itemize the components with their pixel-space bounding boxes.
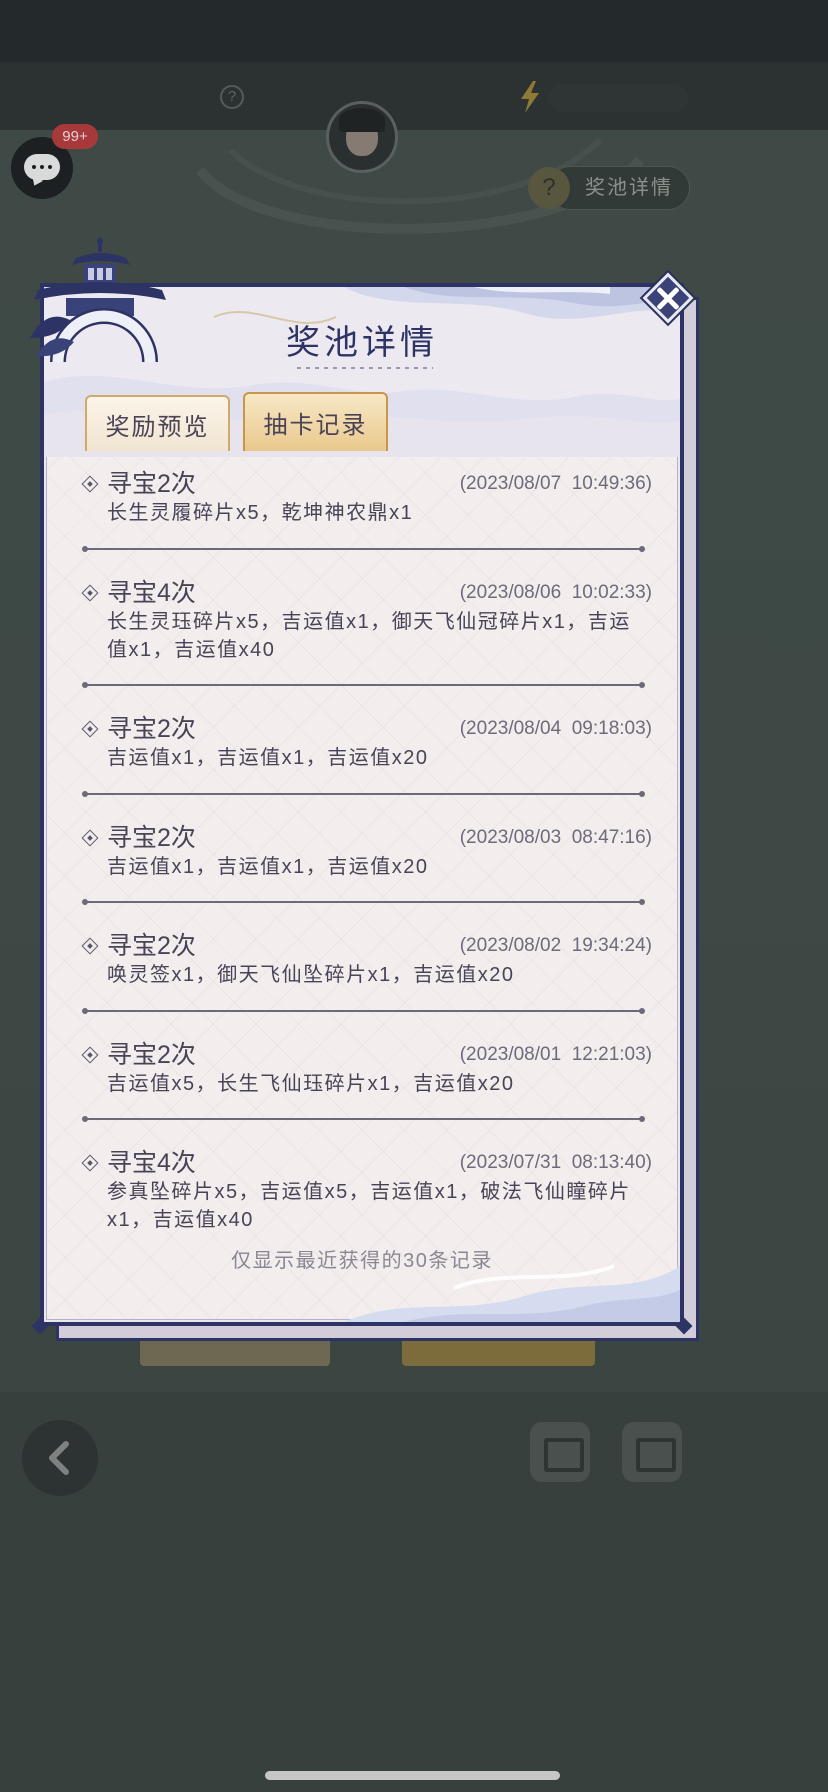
record-items: 唤灵签x1，御天飞仙坠碎片x1，吉运值x20 (107, 964, 515, 986)
record-title: 寻宝2次 (107, 470, 196, 498)
close-button[interactable] (642, 272, 694, 324)
record-time: (2023/08/04 09:18:03) (459, 718, 652, 739)
record-title: 寻宝2次 (107, 1040, 196, 1069)
record-time: (2023/08/06 10:02:33) (459, 581, 652, 603)
tab-reward-preview[interactable]: 奖励预览 (85, 395, 230, 451)
record-item: 寻宝2次 (2023/08/03 08:47:16) 吉运值x1，吉运值x1，吉… (81, 795, 652, 905)
close-icon (642, 272, 694, 324)
record-title: 寻宝2次 (107, 823, 196, 852)
divider (82, 1116, 645, 1122)
bottom-scene (0, 1392, 828, 1792)
record-time: (2023/08/01 12:21:03) (459, 1043, 652, 1065)
diamond-bullet-icon (81, 829, 99, 846)
title-ornament (297, 367, 433, 369)
record-item: 寻宝4次 (2023/07/31 08:13:40) 参真坠碎片x5，吉运值x5… (81, 1120, 652, 1255)
currency-bar (548, 84, 688, 112)
status-bar (0, 0, 828, 62)
divider (82, 682, 645, 688)
diamond-bullet-icon (81, 720, 99, 738)
diamond-bullet-icon (81, 1154, 99, 1172)
record-title: 寻宝2次 (107, 932, 196, 960)
diamond-bullet-icon (81, 584, 99, 601)
tab-label: 奖励预览 (105, 413, 210, 441)
tab-label: 抽卡记录 (263, 412, 368, 439)
record-time: (2023/08/02 19:34:24) (459, 935, 652, 956)
divider (82, 790, 645, 797)
record-items: 长生灵履碎片x5，乾坤神农鼎x1 (107, 502, 414, 524)
divider (82, 1007, 645, 1014)
diamond-bullet-icon (81, 1046, 99, 1063)
prize-pool-dialog: 奖池详情 奖励预览 抽卡记录 寻宝2次 (2023/08/07 10:49:36… (40, 283, 684, 1326)
top-header-bar (0, 62, 828, 130)
record-item: 寻宝2次 (2023/08/07 10:49:36) 长生灵履碎片x5，乾坤神农… (81, 441, 652, 552)
record-title: 寻宝4次 (107, 1149, 196, 1177)
lightning-icon (521, 81, 539, 113)
record-limit-note: 仅显示最近获得的30条记录 (231, 1250, 493, 1272)
record-title: 寻宝4次 (107, 578, 196, 607)
chest-icon[interactable] (530, 1422, 590, 1482)
home-indicator[interactable] (265, 1771, 560, 1780)
record-list[interactable]: 寻宝2次 (2023/08/07 10:49:36) 长生灵履碎片x5，乾坤神农… (81, 441, 652, 1255)
help-icon[interactable] (220, 85, 244, 109)
record-title: 寻宝2次 (107, 715, 196, 743)
diamond-bullet-icon (81, 475, 99, 493)
record-items: 吉运值x5，长生飞仙珏碎片x1，吉运值x20 (107, 1072, 515, 1095)
record-items: 参真坠碎片x5，吉运值x5，吉运值x1，破法飞仙瞳碎片x1，吉运值x40 (107, 1181, 631, 1231)
pagoda-emblem-icon (30, 238, 166, 363)
record-item: 寻宝4次 (2023/08/06 10:02:33) 长生灵珏碎片x5，吉运值x… (81, 550, 652, 688)
diamond-bullet-icon (81, 937, 99, 955)
record-time: (2023/07/31 08:13:40) (459, 1152, 652, 1173)
record-items: 长生灵珏碎片x5，吉运值x1，御天飞仙冠碎片x1，吉运值x1，吉运值x40 (107, 610, 631, 661)
help-icon[interactable] (528, 167, 570, 209)
divider (82, 899, 645, 905)
prize-pool-details-label: 奖池详情 (585, 177, 673, 199)
back-button[interactable] (22, 1420, 98, 1496)
back-arrow-icon (49, 1441, 69, 1475)
chat-unread-badge: 99+ (52, 124, 98, 149)
record-item: 寻宝2次 (2023/08/01 12:21:03) 吉运值x5，长生飞仙珏碎片… (81, 1012, 652, 1122)
record-item: 寻宝2次 (2023/08/04 09:18:03) 吉运值x1，吉运值x1，吉… (81, 686, 652, 797)
record-items: 吉运值x1，吉运值x1，吉运值x20 (107, 855, 429, 878)
record-item: 寻宝2次 (2023/08/02 19:34:24) 唤灵签x1，御天飞仙坠碎片… (81, 903, 652, 1014)
record-time: (2023/08/03 08:47:16) (459, 826, 652, 848)
tab-draw-records[interactable]: 抽卡记录 (243, 392, 388, 451)
gift-icon[interactable] (622, 1422, 682, 1482)
chat-bubble-icon (24, 154, 60, 180)
record-items: 吉运值x1，吉运值x1，吉运值x20 (107, 747, 429, 769)
divider (82, 545, 645, 552)
record-time: (2023/08/07 10:49:36) (459, 473, 652, 494)
avatar[interactable] (326, 101, 398, 173)
